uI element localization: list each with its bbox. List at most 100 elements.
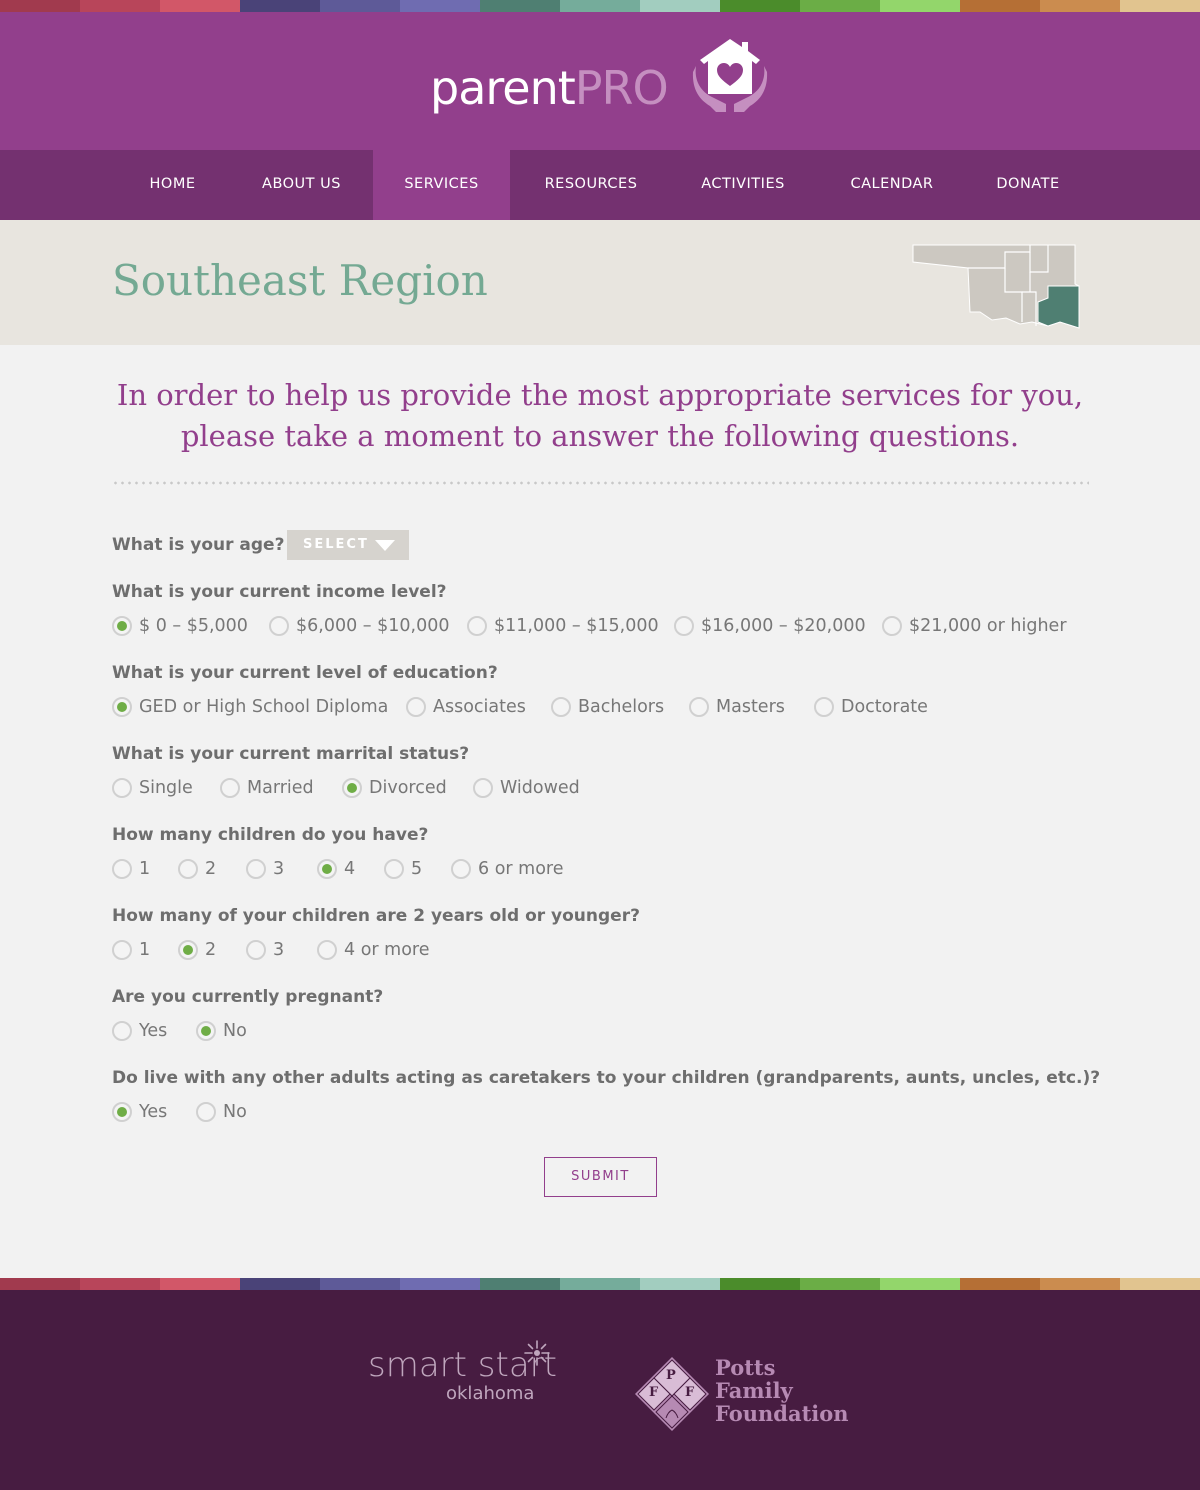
radio[interactable] bbox=[269, 616, 289, 636]
question-young-children: How many of your children are 2 years ol… bbox=[112, 906, 640, 926]
stripe-segment bbox=[480, 1278, 560, 1290]
education-option[interactable]: GED or High School Diploma bbox=[112, 695, 388, 719]
children-option[interactable]: 3 bbox=[246, 857, 284, 881]
stripe-segment bbox=[800, 0, 880, 12]
radio[interactable] bbox=[112, 1021, 132, 1041]
nav-about-us[interactable]: ABOUT US bbox=[245, 150, 358, 220]
education-option[interactable]: Doctorate bbox=[814, 695, 928, 719]
option-label: $16,000 – $20,000 bbox=[701, 616, 866, 636]
income-option[interactable]: $6,000 – $10,000 bbox=[269, 614, 449, 638]
radio[interactable] bbox=[384, 859, 404, 879]
age-select[interactable]: SELECT bbox=[287, 530, 409, 560]
caretakers-option[interactable]: No bbox=[196, 1100, 247, 1124]
young-children-option[interactable]: 4 or more bbox=[317, 938, 430, 962]
radio[interactable] bbox=[406, 697, 426, 717]
option-label: 3 bbox=[273, 859, 285, 879]
children-option[interactable]: 4 bbox=[317, 857, 355, 881]
income-option[interactable]: $11,000 – $15,000 bbox=[467, 614, 659, 638]
marital-option[interactable]: Widowed bbox=[473, 776, 580, 800]
education-option[interactable]: Bachelors bbox=[551, 695, 664, 719]
marital-option[interactable]: Married bbox=[220, 776, 314, 800]
option-label: Yes bbox=[139, 1102, 168, 1122]
site-header: parentPRO bbox=[0, 12, 1200, 150]
nav-activities[interactable]: ACTIVITIES bbox=[688, 150, 798, 220]
nav-services[interactable]: SERVICES bbox=[373, 150, 510, 227]
radio[interactable] bbox=[317, 940, 337, 960]
radio-checked[interactable] bbox=[342, 778, 362, 798]
income-option[interactable]: $ 0 – $5,000 bbox=[112, 614, 248, 638]
children-option[interactable]: 2 bbox=[178, 857, 216, 881]
radio[interactable] bbox=[467, 616, 487, 636]
radio[interactable] bbox=[882, 616, 902, 636]
radio[interactable] bbox=[220, 778, 240, 798]
stripe-segment bbox=[640, 0, 720, 12]
pregnant-option[interactable]: No bbox=[196, 1019, 247, 1043]
radio-checked[interactable] bbox=[317, 859, 337, 879]
stripe-segment bbox=[560, 0, 640, 12]
stripe-segment bbox=[400, 0, 480, 12]
option-label: $21,000 or higher bbox=[909, 616, 1067, 636]
caretakers-option[interactable]: Yes bbox=[112, 1100, 167, 1124]
option-label: 3 bbox=[273, 940, 285, 960]
young-children-option[interactable]: 2 bbox=[178, 938, 216, 962]
stripe-segment bbox=[960, 0, 1040, 12]
age-select-label: SELECT bbox=[303, 537, 369, 552]
parentpro-logo[interactable]: parentPRO bbox=[430, 36, 770, 126]
radio-checked[interactable] bbox=[112, 1102, 132, 1122]
stripe-segment bbox=[880, 1278, 960, 1290]
pff-line-1: Potts bbox=[715, 1355, 776, 1380]
oklahoma-map-icon bbox=[912, 244, 1080, 329]
radio-checked[interactable] bbox=[178, 940, 198, 960]
bottom-color-stripe bbox=[0, 1278, 1200, 1290]
radio[interactable] bbox=[674, 616, 694, 636]
radio-checked[interactable] bbox=[196, 1021, 216, 1041]
stripe-segment bbox=[560, 1278, 640, 1290]
question-education: What is your current level of education? bbox=[112, 663, 498, 683]
intro-text: In order to help us provide the most app… bbox=[100, 375, 1100, 457]
smart-start-oklahoma-logo[interactable]: smart start oklahoma bbox=[368, 1340, 557, 1404]
income-option[interactable]: $21,000 or higher bbox=[882, 614, 1067, 638]
children-option[interactable]: 6 or more bbox=[451, 857, 564, 881]
radio[interactable] bbox=[473, 778, 493, 798]
radio[interactable] bbox=[551, 697, 571, 717]
intro-line-1: In order to help us provide the most app… bbox=[116, 378, 1084, 412]
education-option[interactable]: Masters bbox=[689, 695, 785, 719]
radio[interactable] bbox=[689, 697, 709, 717]
stripe-segment bbox=[160, 1278, 240, 1290]
marital-option[interactable]: Divorced bbox=[342, 776, 447, 800]
children-option[interactable]: 5 bbox=[384, 857, 422, 881]
sparkle-star-icon bbox=[524, 1340, 550, 1366]
radio[interactable] bbox=[178, 859, 198, 879]
radio[interactable] bbox=[246, 859, 266, 879]
stripe-segment bbox=[880, 0, 960, 12]
nav-resources[interactable]: RESOURCES bbox=[530, 150, 652, 220]
radio[interactable] bbox=[814, 697, 834, 717]
question-children: How many children do you have? bbox=[112, 825, 429, 845]
nav-donate[interactable]: DONATE bbox=[985, 150, 1071, 220]
logo-pro-text: PRO bbox=[574, 61, 669, 115]
radio-checked[interactable] bbox=[112, 697, 132, 717]
nav-home[interactable]: HOME bbox=[120, 150, 225, 220]
young-children-option[interactable]: 1 bbox=[112, 938, 150, 962]
pff-letter-f-right: F bbox=[685, 1385, 695, 1400]
radio[interactable] bbox=[112, 778, 132, 798]
submit-button[interactable]: SUBMIT bbox=[544, 1157, 657, 1197]
children-option[interactable]: 1 bbox=[112, 857, 150, 881]
radio[interactable] bbox=[112, 940, 132, 960]
main-navigation: HOME ABOUT US SERVICES RESOURCES ACTIVIT… bbox=[0, 150, 1200, 227]
radio-checked[interactable] bbox=[112, 616, 132, 636]
education-option[interactable]: Associates bbox=[406, 695, 526, 719]
pregnant-option[interactable]: Yes bbox=[112, 1019, 167, 1043]
option-label: 6 or more bbox=[478, 859, 564, 879]
radio[interactable] bbox=[451, 859, 471, 879]
young-children-option[interactable]: 3 bbox=[246, 938, 284, 962]
radio[interactable] bbox=[112, 859, 132, 879]
income-option[interactable]: $16,000 – $20,000 bbox=[674, 614, 866, 638]
radio[interactable] bbox=[196, 1102, 216, 1122]
option-label: $6,000 – $10,000 bbox=[296, 616, 450, 636]
option-label: Bachelors bbox=[578, 697, 665, 717]
radio[interactable] bbox=[246, 940, 266, 960]
nav-calendar[interactable]: CALENDAR bbox=[835, 150, 949, 220]
stripe-segment bbox=[400, 1278, 480, 1290]
marital-option[interactable]: Single bbox=[112, 776, 193, 800]
